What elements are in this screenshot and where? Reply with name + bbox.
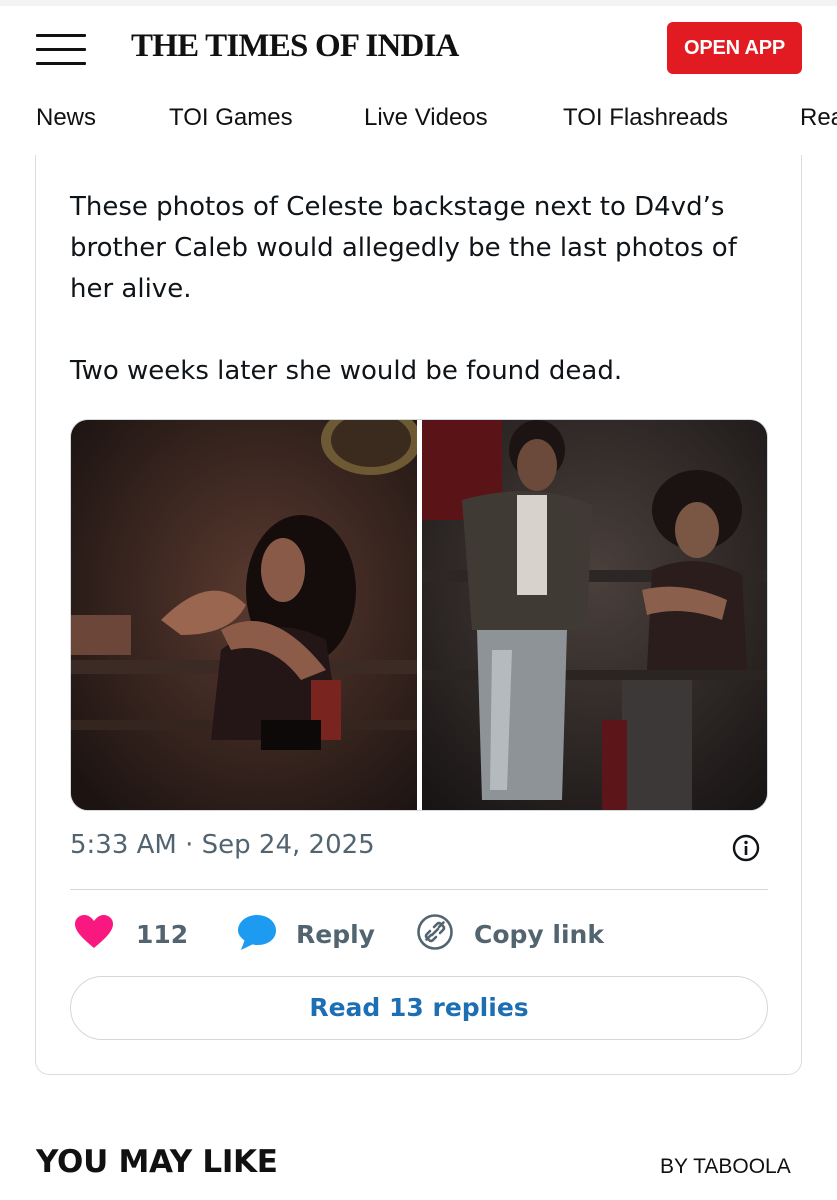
nav-item-live-videos[interactable]: Live Videos — [364, 104, 488, 132]
photo-right[interactable] — [422, 420, 767, 810]
tweet-paragraph: These photos of Celeste backstage next t… — [70, 192, 737, 304]
reply-label: Reply — [296, 919, 375, 949]
nav-item-read[interactable]: Rea — [800, 104, 837, 132]
reply-button[interactable]: Reply — [236, 911, 375, 957]
tweet-text: These photos of Celeste backstage next t… — [70, 187, 780, 392]
embedded-tweet-card: These photos of Celeste backstage next t… — [35, 155, 802, 1075]
like-button[interactable]: 112 — [74, 911, 188, 957]
tweet-timestamp[interactable]: 5:33 AM · Sep 24, 2025 — [70, 830, 375, 860]
link-icon — [416, 913, 454, 956]
menu-icon[interactable] — [36, 34, 86, 66]
reply-bubble-icon — [236, 913, 278, 956]
like-count: 112 — [136, 919, 189, 949]
you-may-like-heading: YOU MAY LIKE — [36, 1144, 278, 1180]
tweet-media[interactable] — [70, 419, 768, 811]
nav-item-news[interactable]: News — [36, 104, 96, 132]
open-app-button[interactable]: OPEN APP — [667, 22, 802, 74]
info-icon[interactable] — [732, 834, 760, 862]
read-replies-button[interactable]: Read 13 replies — [70, 976, 768, 1040]
copy-link-button[interactable]: Copy link — [416, 911, 604, 957]
taboola-attribution[interactable]: BY TABOOLA — [660, 1155, 791, 1179]
site-header: THE TIMES OF INDIA OPEN APP — [0, 6, 837, 90]
tweet-actions: 112 Reply Copy link — [70, 911, 768, 957]
heart-icon — [74, 914, 114, 955]
nav-item-toi-flashreads[interactable]: TOI Flashreads — [563, 104, 728, 132]
nav-item-toi-games[interactable]: TOI Games — [169, 104, 293, 132]
tweet-paragraph: Two weeks later she would be found dead. — [70, 356, 623, 386]
section-nav: News TOI Games Live Videos TOI Flashread… — [0, 96, 837, 142]
copy-link-label: Copy link — [474, 919, 604, 949]
photo-left[interactable] — [71, 420, 417, 810]
divider — [70, 889, 768, 890]
site-logo[interactable]: THE TIMES OF INDIA — [131, 28, 459, 65]
